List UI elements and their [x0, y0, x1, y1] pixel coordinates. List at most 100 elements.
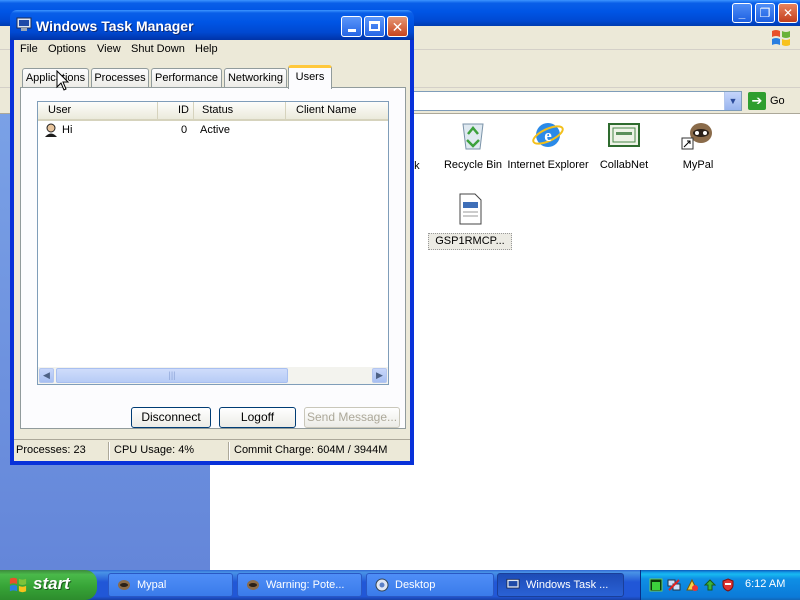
- status-commit-charge: Commit Charge: 604M / 3944M: [234, 444, 388, 456]
- disconnect-button[interactable]: Disconnect: [131, 407, 211, 428]
- task-manager-window: Windows Task Manager ✕ File Options View…: [10, 10, 414, 465]
- desktop-icon-mypal[interactable]: MyPal: [656, 118, 740, 172]
- explorer-maximize-button[interactable]: ❐: [755, 3, 775, 23]
- close-icon: ✕: [391, 19, 404, 35]
- menu-shut-down[interactable]: Shut Down: [131, 43, 185, 55]
- column-label: ID: [178, 104, 189, 116]
- tab-strip: Applications Processes Performance Netwo…: [14, 64, 410, 89]
- recycle-bin-icon: [462, 123, 484, 150]
- task-manager-icon: [506, 578, 520, 589]
- desktop-icon-internet-explorer[interactable]: e Internet Explorer: [506, 118, 590, 172]
- column-header-client-name[interactable]: Client Name: [286, 102, 388, 119]
- close-button[interactable]: ✕: [387, 16, 408, 37]
- address-input[interactable]: ▼: [412, 91, 742, 111]
- column-header-status[interactable]: Status: [194, 102, 286, 119]
- menu-help[interactable]: Help: [195, 43, 218, 55]
- menubar: File Options View Shut Down Help: [14, 40, 410, 60]
- column-header-user[interactable]: User: [38, 102, 158, 119]
- mouse-cursor-icon: [56, 70, 70, 91]
- clock[interactable]: 6:12 AM: [745, 578, 785, 590]
- desktop-icon-document[interactable]: GSP1RMCP...: [428, 192, 512, 250]
- menu-view[interactable]: View: [97, 43, 121, 55]
- tab-networking[interactable]: Networking: [224, 68, 287, 88]
- taskbar-button-label: Mypal: [137, 579, 167, 591]
- menu-file[interactable]: File: [20, 43, 38, 55]
- start-label: start: [33, 574, 70, 593]
- windows-logo-icon: [772, 30, 790, 46]
- go-button[interactable]: ➔ Go: [748, 92, 796, 110]
- column-label: Client Name: [296, 104, 357, 116]
- user-icon: [45, 123, 57, 137]
- column-header-id[interactable]: ID: [158, 102, 194, 119]
- desktop-icon-label: Internet Explorer: [507, 159, 589, 171]
- scroll-right-arrow[interactable]: ▶: [372, 368, 387, 383]
- windows-flag-icon: [9, 577, 27, 593]
- horizontal-scrollbar[interactable]: ◀ ||| ▶: [38, 367, 388, 384]
- taskbar-button-desktop[interactable]: Desktop: [366, 573, 494, 597]
- send-message-button[interactable]: Send Message...: [304, 407, 400, 428]
- update-icon[interactable]: [703, 578, 717, 592]
- cpu-meter-icon[interactable]: [649, 578, 663, 592]
- security-shield-icon[interactable]: [721, 578, 735, 592]
- task-manager-titlebar[interactable]: Windows Task Manager ✕: [10, 10, 414, 40]
- status-divider: [228, 442, 230, 460]
- desktop-icon: [375, 578, 389, 592]
- svg-text:e: e: [544, 126, 552, 145]
- internet-explorer-icon: e: [532, 123, 564, 147]
- task-manager-icon: [16, 17, 32, 31]
- cell-id: 0: [181, 124, 188, 136]
- minimize-button[interactable]: [341, 16, 362, 37]
- desktop-icon-label: Recycle Bin: [443, 159, 503, 171]
- tab-users[interactable]: Users: [288, 65, 332, 89]
- column-label: Status: [202, 104, 234, 116]
- start-button[interactable]: start: [0, 570, 97, 600]
- taskbar-button-label: Windows Task ...: [526, 579, 609, 591]
- scroll-left-arrow[interactable]: ◀: [39, 368, 54, 383]
- chevron-down-icon[interactable]: ▼: [724, 92, 741, 110]
- status-bar: Processes: 23 CPU Usage: 4% Commit Charg…: [14, 439, 410, 461]
- go-label: Go: [770, 95, 785, 107]
- warning-icon: [247, 580, 259, 590]
- maximize-icon: [369, 21, 380, 31]
- network-tray-icon[interactable]: [667, 578, 681, 592]
- table-row[interactable]: Hi 0 Active: [38, 122, 388, 140]
- taskbar-button-mypal[interactable]: Mypal: [108, 573, 233, 597]
- taskbar-button-label: Warning: Pote...: [266, 579, 345, 591]
- maximize-button[interactable]: [364, 16, 385, 37]
- cell-status: Active: [200, 124, 230, 136]
- task-manager-client: File Options View Shut Down Help Applica…: [14, 40, 410, 461]
- desktop-icon-label: GSP1RMCP...: [428, 233, 512, 250]
- explorer-minimize-button[interactable]: _: [732, 3, 752, 23]
- minimize-icon: [347, 29, 356, 32]
- scroll-thumb[interactable]: |||: [56, 368, 288, 383]
- list-header: User ID Status Client Name: [38, 102, 388, 121]
- tab-performance[interactable]: Performance: [151, 68, 222, 88]
- users-tab-panel: User ID Status Client Name Hi 0 Active ◀…: [20, 87, 406, 429]
- document-icon: [459, 193, 482, 225]
- go-arrow-icon: ➔: [748, 92, 766, 110]
- desktop-icon-label: MyPal: [682, 159, 714, 171]
- status-divider: [108, 442, 110, 460]
- taskbar-button-task-manager[interactable]: Windows Task ...: [497, 573, 624, 597]
- window-title: Windows Task Manager: [36, 18, 194, 34]
- desktop-icon-collabnet[interactable]: CollabNet: [582, 118, 666, 172]
- desktop-icon-label: CollabNet: [599, 159, 649, 171]
- system-tray: 6:12 AM: [640, 570, 800, 600]
- users-list[interactable]: User ID Status Client Name Hi 0 Active ◀…: [37, 101, 389, 385]
- taskbar: start Mypal Warning: Pote... Desktop Win…: [0, 570, 800, 600]
- menu-options[interactable]: Options: [48, 43, 86, 55]
- desktop-icon-recycle-bin[interactable]: Recycle Bin: [431, 118, 515, 172]
- column-label: User: [48, 104, 72, 116]
- mypal-icon: [681, 123, 712, 150]
- safely-remove-hardware-icon[interactable]: [685, 578, 699, 592]
- logoff-button[interactable]: Logoff: [219, 407, 296, 428]
- cell-user: Hi: [62, 124, 73, 136]
- status-processes: Processes: 23: [16, 444, 86, 456]
- taskbar-button-label: Desktop: [395, 579, 436, 591]
- explorer-close-button[interactable]: ✕: [778, 3, 798, 23]
- status-cpu-usage: CPU Usage: 4%: [114, 444, 195, 456]
- tab-processes[interactable]: Processes: [91, 68, 149, 88]
- mypal-icon: [118, 580, 130, 590]
- taskbar-button-warning[interactable]: Warning: Pote...: [237, 573, 362, 597]
- collabnet-icon: [608, 123, 640, 147]
